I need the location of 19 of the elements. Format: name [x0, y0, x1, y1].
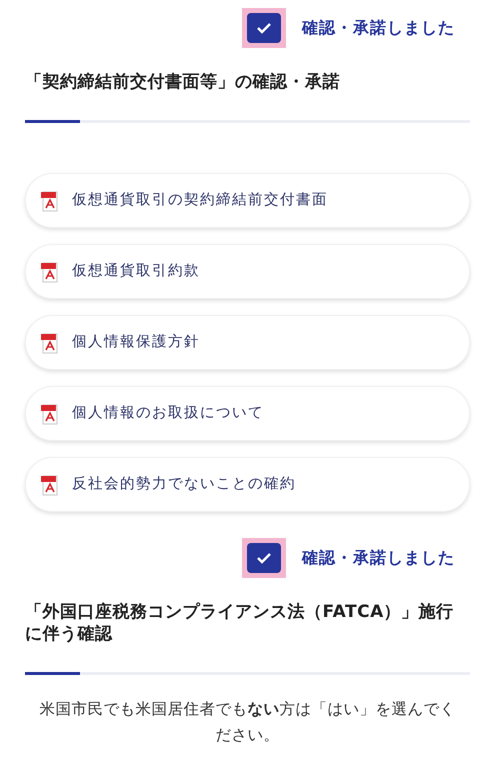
- pdf-file-icon: [40, 474, 60, 496]
- document-link[interactable]: 仮想通貨取引約款: [25, 244, 470, 299]
- pdf-file-icon: [40, 402, 60, 424]
- pdf-file-icon: [40, 332, 60, 354]
- confirm-label: 確認・承諾しました: [302, 17, 455, 39]
- checkbox[interactable]: [242, 8, 286, 48]
- section-title: 「外国口座税務コンプライアンス法（FATCA）」施行に伴う確認: [25, 601, 455, 645]
- pdf-file-icon: [40, 260, 60, 282]
- document-link[interactable]: 仮想通貨取引の契約締結前交付書面: [25, 173, 470, 228]
- document-link[interactable]: 個人情報のお取扱について: [25, 386, 470, 441]
- checkbox[interactable]: [242, 538, 286, 578]
- confirm-label: 確認・承諾しました: [302, 547, 455, 569]
- instruction-text: 米国市民でも米国居住者でもない方は「はい」を選んでください。: [38, 699, 456, 746]
- checkmark-icon: [256, 552, 272, 564]
- pdf-file-icon: [40, 190, 60, 212]
- document-link[interactable]: 反社会的勢力でないことの確約: [25, 457, 470, 512]
- checkmark-icon: [256, 22, 272, 34]
- document-link[interactable]: 個人情報保護方針: [25, 315, 470, 370]
- section-title: 「契約締結前交付書面等」の確認・承諾: [25, 71, 341, 93]
